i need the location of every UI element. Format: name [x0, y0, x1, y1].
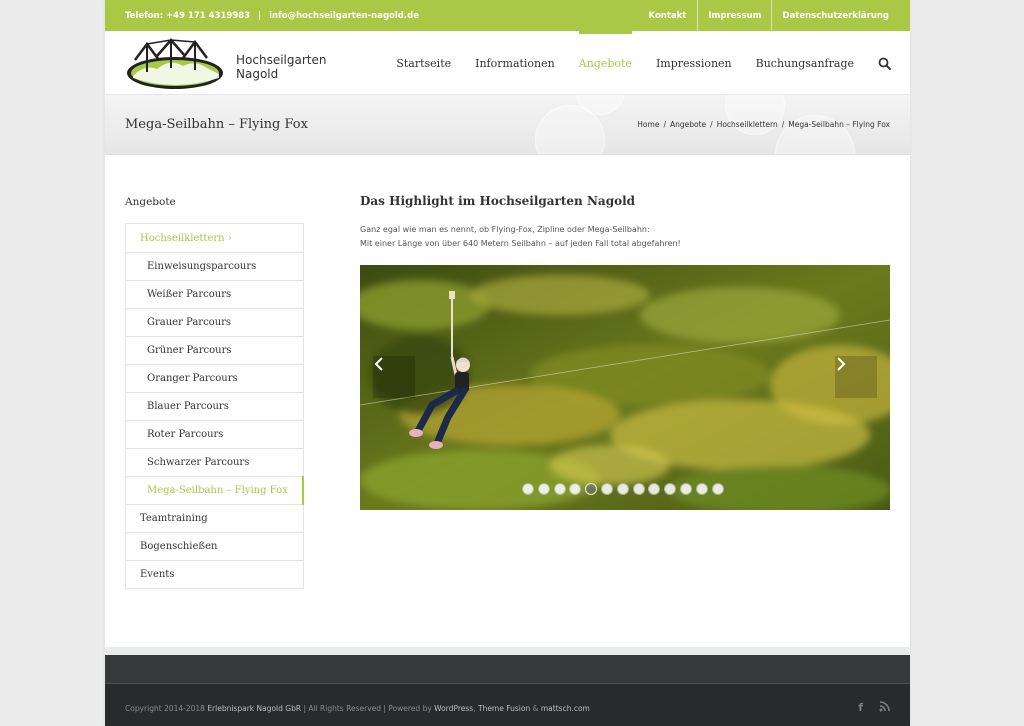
mattsch-link[interactable]: mattsch.com [541, 704, 590, 713]
slider-prev-button[interactable] [373, 356, 415, 398]
email-link[interactable]: info@hochseilgarten-nagold.de [269, 11, 419, 21]
contact-separator: | [258, 10, 262, 21]
facebook-icon[interactable]: f [858, 701, 863, 715]
sidebar-item-roter-parcours[interactable]: Roter Parcours [126, 421, 303, 449]
nav-informationen[interactable]: Informationen [475, 31, 555, 95]
sidebar-item-blauer-parcours[interactable]: Blauer Parcours [126, 393, 303, 421]
page-title-bar: Mega-Seilbahn – Flying Fox Home / Angebote… [105, 95, 910, 155]
sidebar-item-oranger-parcours[interactable]: Oranger Parcours [126, 365, 303, 393]
contact-info: Telefon: +49 171 4319983 | info@hochseil… [125, 11, 419, 21]
breadcrumb-sep: / [710, 120, 713, 129]
sidebar-item-mega-seilbahn[interactable]: Mega-Seilbahn – Flying Fox [126, 476, 304, 505]
slider-dot[interactable] [632, 483, 645, 495]
sidebar-item-weisser-parcours[interactable]: Weißer Parcours [126, 281, 303, 309]
theme-fusion-link[interactable]: Theme Fusion [478, 704, 530, 713]
slider-next-button[interactable] [835, 356, 877, 398]
nav-startseite[interactable]: Startseite [396, 31, 451, 95]
rss-icon[interactable] [879, 701, 890, 715]
sidebar-item-grauer-parcours[interactable]: Grauer Parcours [126, 309, 303, 337]
sidebar-heading: Angebote [125, 196, 176, 208]
nav-buchungsanfrage[interactable]: Buchungsanfrage [756, 31, 854, 95]
breadcrumb-sep: / [663, 120, 666, 129]
logo-graphic [127, 38, 223, 89]
footer-top-divider [105, 647, 910, 655]
slider-dot[interactable] [711, 483, 724, 495]
rights-text: | All Rights Reserved | Powered by [303, 704, 432, 713]
breadcrumb-hochseilklettern[interactable]: Hochseilklettern [717, 120, 778, 129]
nav-angebote[interactable]: Angebote [578, 31, 633, 95]
impressum-link[interactable]: Impressum [697, 0, 771, 31]
intro-text: Ganz egal wie man es nennt, ob Flying-Fo… [360, 223, 890, 250]
sidebar-item-bogenschiessen[interactable]: Bogenschießen [126, 533, 303, 561]
page-wrapper: Telefon: +49 171 4319983 | info@hochseil… [105, 0, 910, 726]
slider-dot[interactable] [537, 483, 550, 495]
social-links: f [842, 701, 890, 715]
footer-amp: & [532, 704, 539, 713]
decor-bubble [725, 95, 785, 135]
main-content: Das Highlight im Hochseilgarten Nagold G… [360, 194, 890, 510]
nav-impressionen[interactable]: Impressionen [656, 31, 732, 95]
top-bar: Telefon: +49 171 4319983 | info@hochseil… [105, 0, 910, 31]
intro-line-2: Mit einer Länge von über 640 Metern Seil… [360, 238, 681, 248]
phone-number: Telefon: +49 171 4319983 [125, 10, 251, 21]
datenschutz-link[interactable]: Datenschutzerklärung [771, 0, 910, 31]
chevron-right-icon [837, 357, 846, 371]
breadcrumb-angebote[interactable]: Angebote [670, 120, 706, 129]
breadcrumb-sep: / [781, 120, 785, 129]
slider-dot[interactable] [679, 483, 692, 495]
intro-line-1: Ganz egal wie man es nennt, ob Flying-Fo… [360, 225, 650, 234]
slider-dot[interactable] [695, 483, 708, 495]
slider-dot[interactable] [553, 483, 566, 495]
sidebar-item-gruener-parcours[interactable]: Grüner Parcours [126, 337, 303, 365]
company-name: Erlebnispark Nagold GbR [207, 704, 302, 713]
breadcrumb: Home / Angebote / Hochseilklettern / Mega-Seil… [637, 120, 890, 129]
site-header: Hochseilgarten Nagold Startseite Informa… [105, 31, 910, 95]
slide-photo [360, 265, 890, 510]
sidebar-item-events[interactable]: Events [126, 561, 303, 589]
slider-dot[interactable] [522, 483, 534, 495]
sidebar-item-einweisungsparcours[interactable]: Einweisungsparcours [126, 253, 303, 281]
footer-widgets [105, 655, 910, 684]
sidebar-item-schwarzer-parcours[interactable]: Schwarzer Parcours [126, 449, 303, 477]
breadcrumb-current: Mega-Seilbahn – Flying Fox [788, 120, 890, 129]
sidebar-menu: Hochseilklettern › Einweisungsparcours W… [125, 223, 304, 589]
footer-comma: , [473, 704, 476, 713]
slider-dot[interactable] [569, 483, 582, 495]
top-links: Kontakt Impressum Datenschutzerklärung [639, 0, 910, 31]
logo-text: Hochseilgarten Nagold [236, 53, 326, 81]
wordpress-link[interactable]: WordPress [434, 704, 473, 713]
sidebar: Angebote Hochseilklettern › Einweisungsp… [125, 196, 304, 589]
copyright-text: Copyright 2014-2018 Erlebnispark Nagold … [125, 704, 590, 713]
search-icon[interactable] [878, 56, 892, 70]
kontakt-link[interactable]: Kontakt [639, 0, 698, 31]
copyright-prefix: Copyright 2014-2018 [125, 704, 205, 713]
sidebar-item-teamtraining[interactable]: Teamtraining [126, 505, 303, 533]
sidebar-item-hochseilklettern[interactable]: Hochseilklettern › [126, 224, 303, 253]
page-title: Mega-Seilbahn – Flying Fox [125, 117, 308, 132]
breadcrumb-home[interactable]: Home [637, 120, 659, 129]
slider-pagination [522, 483, 727, 495]
logo-line-1: Hochseilgarten [236, 53, 327, 67]
chevron-left-icon [374, 357, 383, 371]
main-nav: Startseite Informationen Angebote Impres… [372, 31, 892, 95]
content-heading: Das Highlight im Hochseilgarten Nagold [360, 194, 636, 208]
slider-dot[interactable] [664, 483, 677, 495]
slider-dot[interactable] [600, 483, 613, 495]
logo-line-2: Nagold [236, 67, 279, 81]
slider-dot[interactable] [616, 483, 629, 495]
image-slider[interactable] [360, 265, 890, 510]
site-logo[interactable]: Hochseilgarten Nagold [125, 36, 326, 91]
slider-dot[interactable] [585, 483, 598, 495]
slider-dot[interactable] [648, 483, 661, 495]
site-footer: Copyright 2014-2018 Erlebnispark Nagold … [105, 684, 910, 726]
